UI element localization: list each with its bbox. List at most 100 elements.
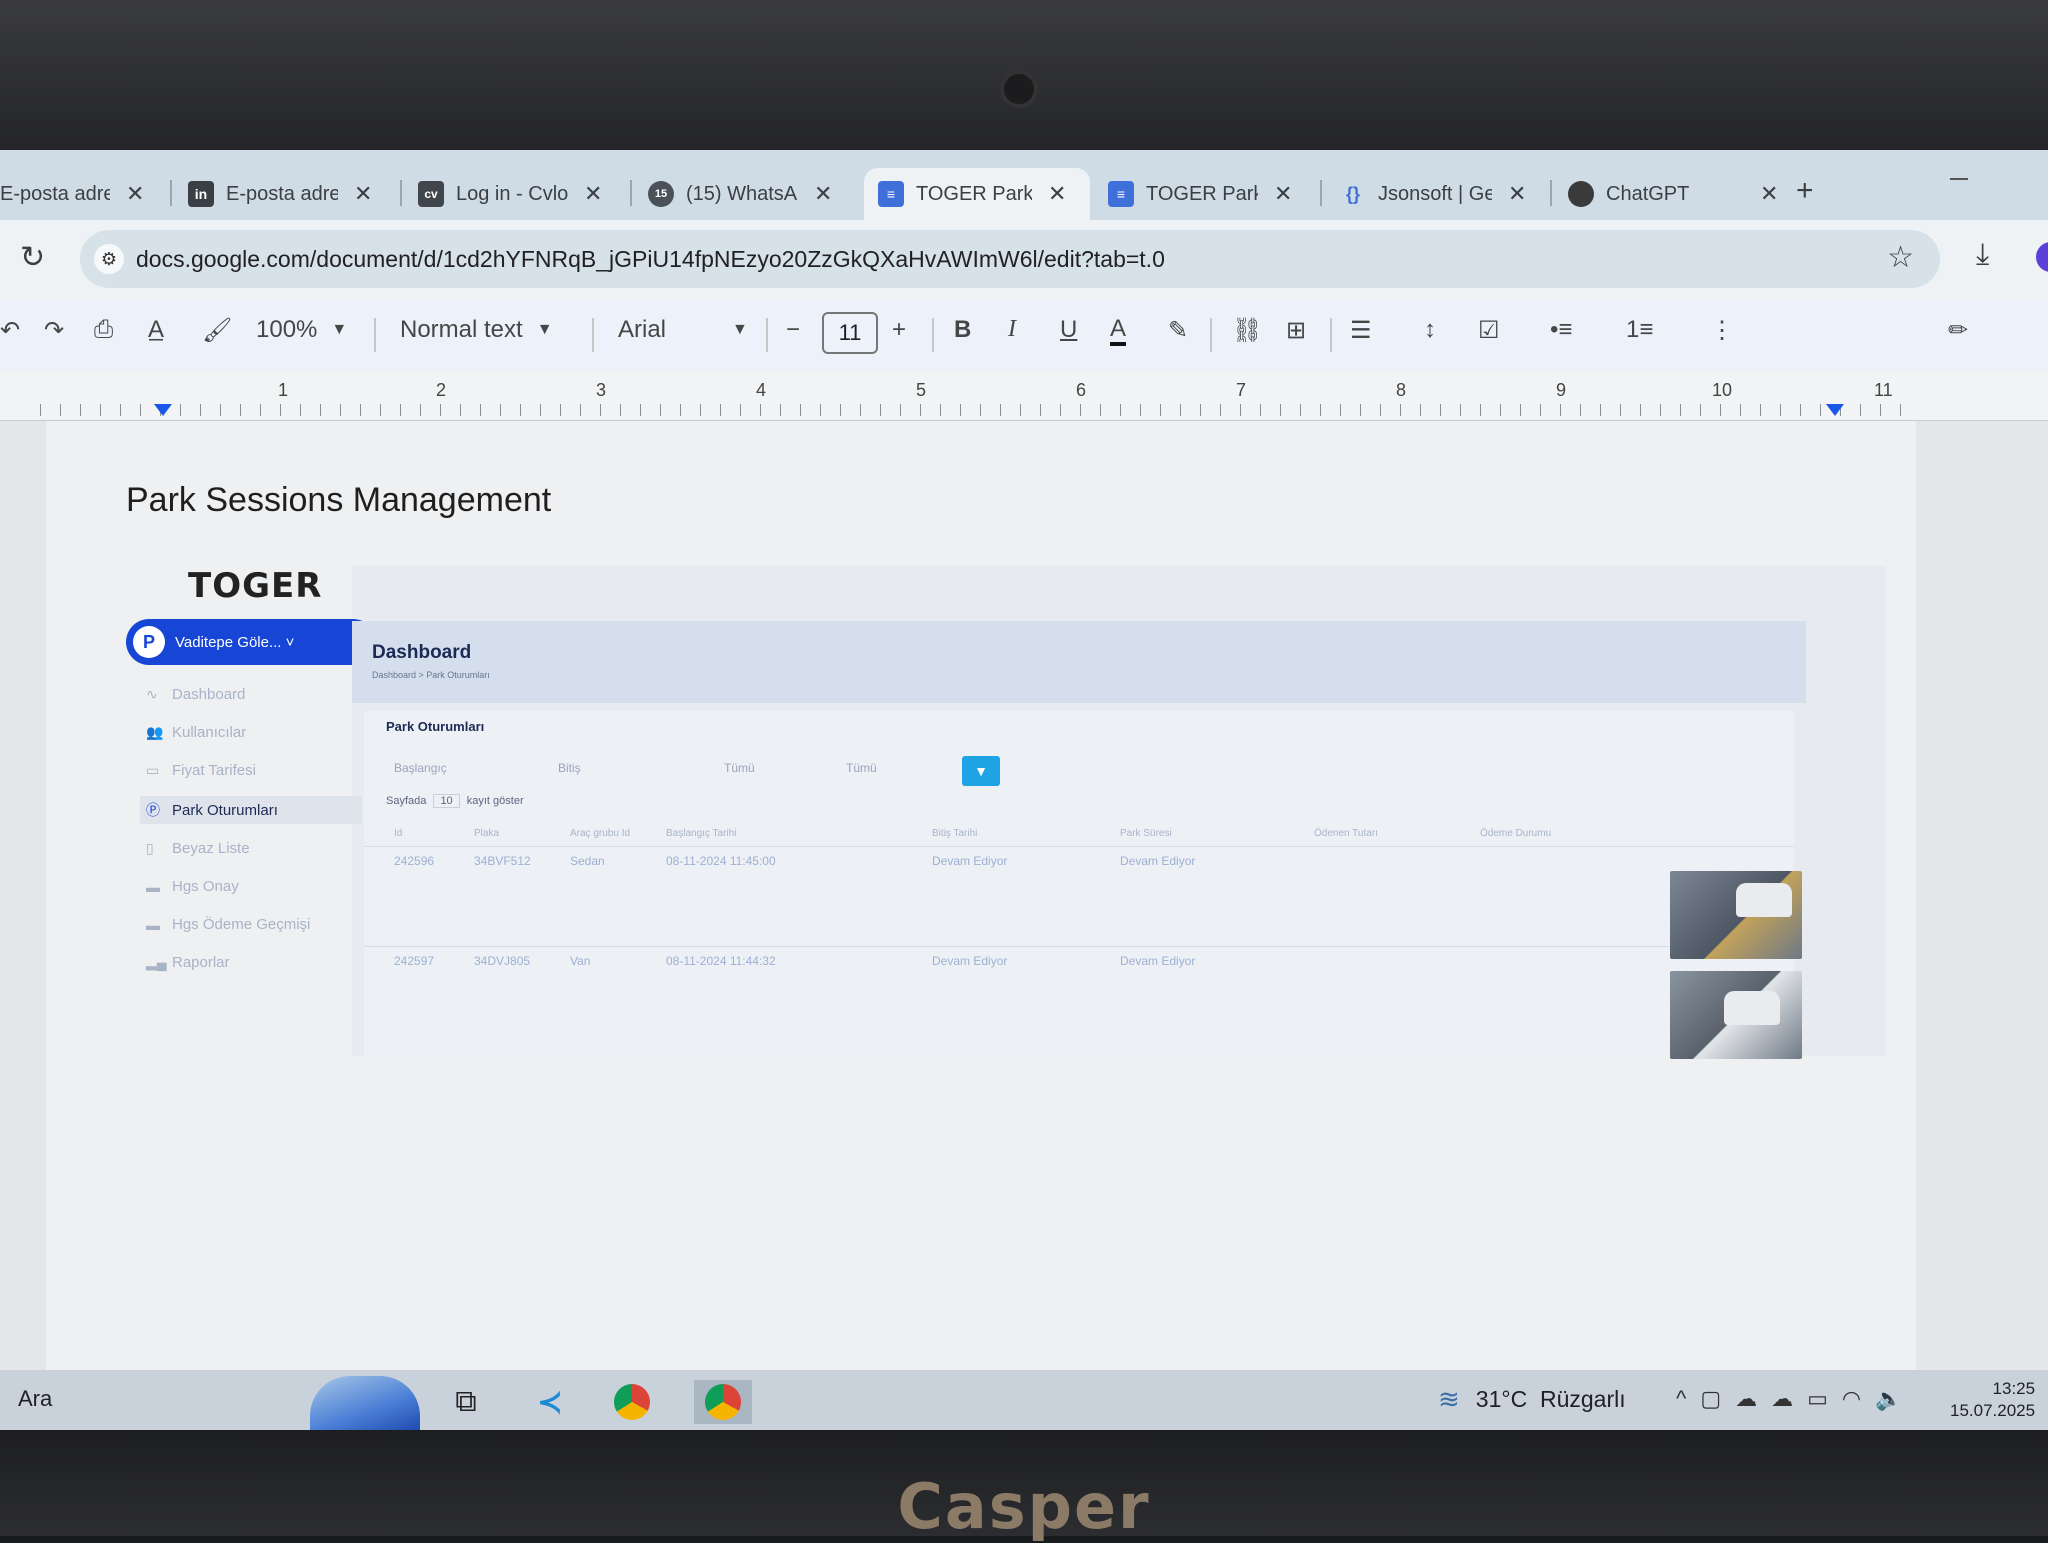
price-icon: ▭ (146, 762, 160, 778)
cloud-off-icon[interactable]: ☁ (1771, 1386, 1807, 1411)
ruler-number: 5 (916, 380, 927, 400)
underline-button[interactable]: U (1060, 316, 1077, 344)
tab-5[interactable]: ≡ TOGER Parki ✕ (1108, 168, 1292, 220)
vehicle-photo (1670, 871, 1802, 959)
tab-title: ChatGPT (1606, 182, 1690, 205)
list-icon: ▯ (146, 840, 154, 856)
cell-start: 08-11-2024 11:45:00 (666, 854, 776, 868)
embedded-screenshot[interactable]: TOGER P Vaditepe Göle... ˅ ∿ Dashboard 👥 K… (126, 566, 1886, 1066)
print-icon[interactable]: ⎙ (94, 316, 113, 344)
highlight-icon[interactable]: ✎ (1168, 316, 1188, 345)
volume-icon[interactable]: 🔈 (1875, 1386, 1916, 1411)
spellcheck-icon[interactable]: A̲ (148, 316, 164, 344)
sidebar-item-park-sessions: Ⓟ Park Oturumları (140, 796, 362, 824)
system-clock[interactable]: 13:25 15.07.2025 (1950, 1378, 2035, 1422)
column-header: Başlangıç Tarihi (666, 828, 737, 839)
line-spacing-icon[interactable]: ↕ (1424, 316, 1436, 344)
decrease-font-icon[interactable]: − (786, 316, 800, 344)
bookmark-star-icon[interactable]: ☆ (1887, 240, 1914, 275)
zoom-select[interactable]: 100% ▼ (256, 316, 347, 344)
sidebar-item-hgs-payments: ▬ Hgs Ödeme Geçmişi (146, 916, 310, 933)
tab-3[interactable]: 15 (15) WhatsAp ✕ (648, 168, 832, 220)
cloud-icon[interactable]: ☁ (1735, 1386, 1771, 1411)
tab-separator (630, 180, 632, 206)
editing-mode-icon[interactable]: ✏ (1948, 316, 1968, 345)
task-view-icon[interactable]: ⧉ (444, 1380, 488, 1424)
close-icon[interactable]: ✕ (354, 181, 372, 207)
close-icon[interactable]: ✕ (584, 181, 602, 207)
close-icon[interactable]: ✕ (1048, 181, 1066, 207)
font-size-input[interactable]: 11 (822, 312, 878, 354)
style-select[interactable]: Normal text ▼ (400, 316, 553, 344)
ruler-number: 3 (596, 380, 607, 400)
add-comment-icon[interactable]: ⊞ (1286, 316, 1306, 345)
chevron-down-icon: ▼ (732, 321, 748, 338)
chevron-up-icon[interactable]: ^ (1676, 1386, 1700, 1411)
tab-separator (170, 180, 172, 206)
per-page-prefix: Sayfada (386, 795, 427, 807)
tab-7[interactable]: ChatGPT ✕ (1568, 168, 1778, 220)
font-select[interactable]: Arial ▼ (618, 316, 748, 344)
tab-6[interactable]: {} Jsonsoft | Ge ✕ (1340, 168, 1526, 220)
redo-icon[interactable]: ↷ (44, 316, 64, 345)
numbered-list-icon[interactable]: 1≡ (1626, 316, 1653, 344)
wifi-icon[interactable]: ◠ (1842, 1386, 1875, 1411)
chevron-down-icon: ▼ (331, 321, 348, 338)
column-header: Ödenen Tutarı (1314, 828, 1378, 839)
right-indent-marker[interactable] (1826, 404, 1844, 416)
close-icon[interactable]: ✕ (814, 181, 832, 207)
bulleted-list-icon[interactable]: •≡ (1550, 316, 1572, 344)
ruler-number: 4 (756, 380, 767, 400)
bold-button[interactable]: B (954, 316, 971, 344)
undo-icon[interactable]: ↶ (0, 316, 20, 345)
system-tray[interactable]: ^▢☁☁▭◠🔈 (1676, 1386, 1917, 1412)
location-selector: P Vaditepe Göle... ˅ (126, 619, 376, 665)
close-icon[interactable]: ✕ (1508, 181, 1526, 207)
tab-0[interactable]: E-posta adre ✕ (0, 168, 144, 220)
new-tab-button[interactable]: + (1796, 174, 1814, 208)
chrome-profile-icon[interactable] (694, 1380, 752, 1424)
tab-2[interactable]: cv Log in - Cvlo ✕ (418, 168, 602, 220)
vscode-icon[interactable]: ≺ (528, 1380, 572, 1424)
vehicle-photo (1670, 971, 1802, 1059)
close-icon[interactable]: ✕ (1760, 181, 1778, 207)
text-color-button[interactable]: A (1110, 316, 1127, 346)
minimize-button[interactable] (1950, 178, 1968, 180)
link-icon[interactable]: ⛓ (1232, 316, 1262, 345)
close-icon[interactable]: ✕ (126, 181, 144, 207)
document-page[interactable]: Park Sessions Management TOGER P Vaditep… (46, 421, 1916, 1371)
omnibox[interactable]: ⚙ docs.google.com/document/d/1cd2hYFNRqB… (80, 230, 1940, 288)
tab-4-active[interactable]: ≡ TOGER Parki ✕ (864, 168, 1090, 220)
meet-icon[interactable]: ▢ (1700, 1386, 1735, 1411)
taskbar-search[interactable]: Ara (18, 1386, 52, 1412)
close-icon[interactable]: ✕ (1274, 181, 1292, 207)
tab-title: TOGER Parki (1146, 182, 1258, 205)
parking-icon: Ⓟ (146, 802, 160, 818)
reload-icon[interactable]: ↻ (20, 240, 45, 275)
increase-font-icon[interactable]: + (892, 316, 906, 344)
chrome-icon[interactable] (610, 1380, 654, 1424)
align-left-icon[interactable]: ☰ (1350, 316, 1372, 345)
checklist-icon[interactable]: ☑ (1478, 316, 1500, 345)
type-filter-1: Tümü (724, 761, 755, 775)
document-heading[interactable]: Park Sessions Management (126, 481, 551, 520)
end-date-field: Bitiş (558, 761, 581, 775)
italic-button[interactable]: I (1008, 316, 1016, 343)
site-settings-icon[interactable]: ⚙ (94, 244, 124, 274)
left-indent-marker[interactable] (154, 404, 172, 416)
ruler: 1 2 3 4 5 6 7 8 9 10 11 (0, 370, 2048, 421)
battery-icon[interactable]: ▭ (1807, 1386, 1842, 1411)
more-options-icon[interactable]: ⋮ (1710, 316, 1734, 345)
tab-separator (1550, 180, 1552, 206)
paint-format-icon[interactable]: 🖌 (202, 316, 232, 345)
weather-widget[interactable]: ≋ 31°C Rüzgarlı (1438, 1384, 1626, 1415)
tab-1[interactable]: in E-posta adre ✕ (188, 168, 372, 220)
sidebar-item-label: Hgs Onay (172, 878, 239, 895)
wind-icon: ≋ (1438, 1384, 1460, 1414)
download-icon[interactable]: ⤓ (1976, 238, 1989, 272)
profile-avatar[interactable] (2036, 242, 2048, 272)
sidebar-item-users: 👥 Kullanıcılar (146, 724, 246, 741)
ruler-number: 2 (436, 380, 447, 400)
url-text[interactable]: docs.google.com/document/d/1cd2hYFNRqB_j… (136, 246, 1165, 273)
car-shape (1736, 883, 1792, 917)
